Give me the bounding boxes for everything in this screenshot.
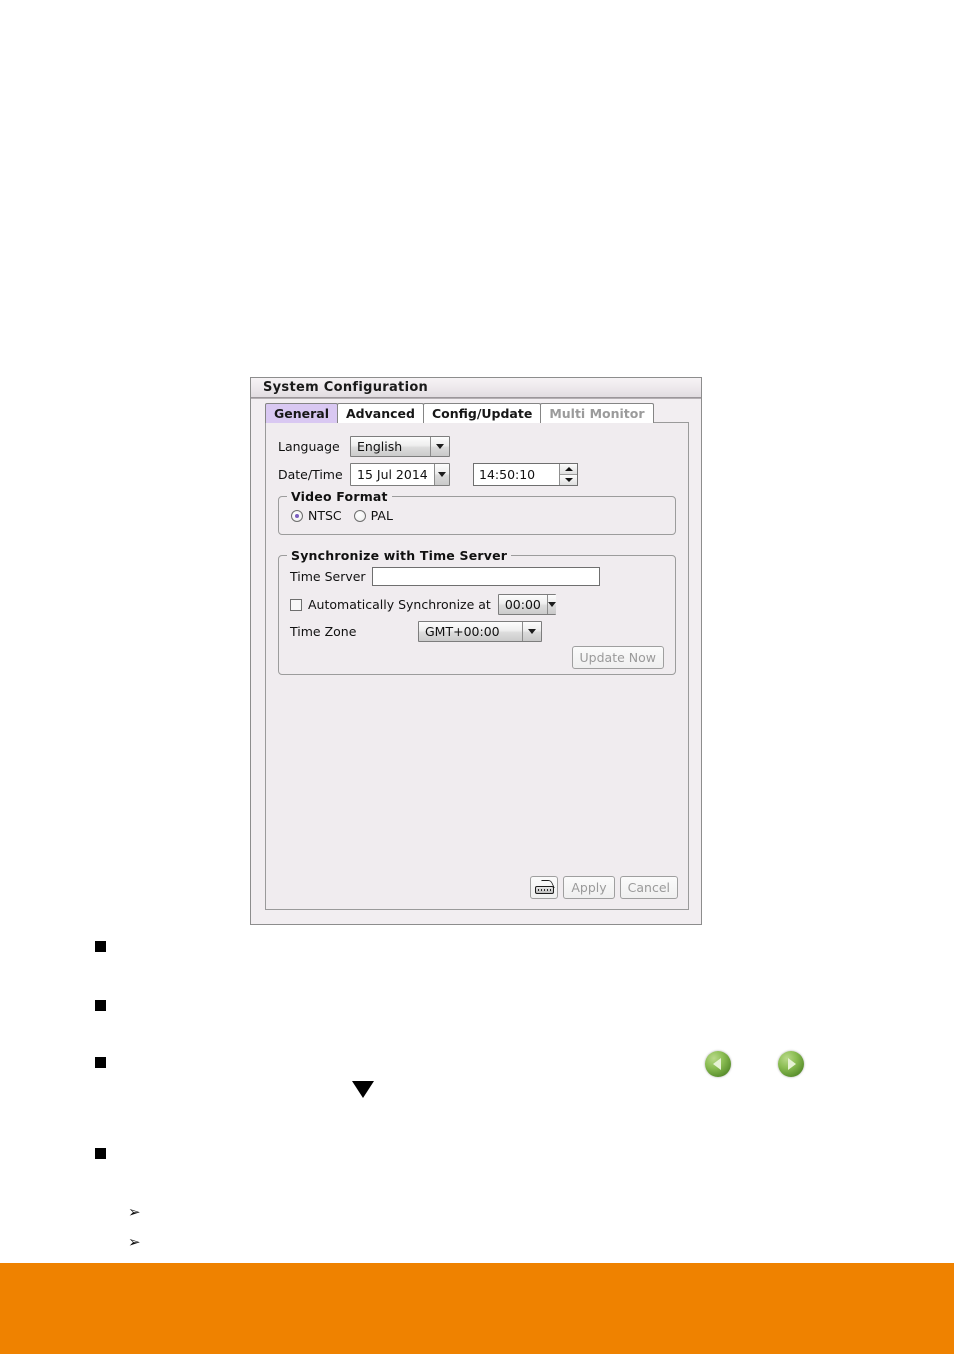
time-zone-select[interactable]: GMT+00:00 <box>418 621 542 642</box>
radio-ntsc-indicator[interactable] <box>291 509 303 522</box>
time-zone-row: Time Zone GMT+00:00 <box>290 621 542 642</box>
back-arrow-button[interactable] <box>705 1051 731 1077</box>
footer-color-band <box>0 1263 954 1354</box>
auto-sync-time-value: 00:00 <box>504 597 541 612</box>
radio-pal-label: PAL <box>370 508 393 523</box>
dialog-titlebar: System Configuration <box>251 378 701 399</box>
date-select-value: 15 Jul 2014 <box>357 467 428 482</box>
language-label: Language <box>278 439 340 454</box>
square-bullet-1 <box>95 941 106 952</box>
back-arrow-icon <box>713 1058 721 1070</box>
time-server-label: Time Server <box>290 569 366 584</box>
auto-sync-label: Automatically Synchronize at <box>308 597 491 612</box>
general-tab-panel: Language English Date/Time 15 Jul 2014 1… <box>265 422 689 910</box>
system-configuration-dialog: System Configuration General Advanced Co… <box>250 377 702 925</box>
time-server-legend: Synchronize with Time Server <box>287 548 512 563</box>
datetime-label: Date/Time <box>278 467 343 482</box>
stepper-up-icon[interactable] <box>560 464 577 475</box>
radio-ntsc[interactable]: NTSC <box>291 508 342 523</box>
date-select[interactable]: 15 Jul 2014 <box>350 463 450 486</box>
radio-pal-indicator[interactable] <box>353 509 366 522</box>
keyboard-icon <box>534 880 555 894</box>
arrow-bullet-2: ➢ <box>128 1233 141 1251</box>
tab-general[interactable]: General <box>265 403 338 423</box>
update-now-button[interactable]: Update Now <box>571 646 664 669</box>
dialog-title: System Configuration <box>263 380 429 395</box>
chevron-down-icon[interactable] <box>546 595 556 614</box>
auto-sync-checkbox[interactable] <box>290 598 302 611</box>
dialog-footer: Apply Cancel <box>530 876 678 899</box>
virtual-keyboard-button[interactable] <box>530 876 559 899</box>
square-bullet-3 <box>95 1057 106 1068</box>
language-row: Language English <box>278 436 450 457</box>
time-zone-label: Time Zone <box>290 624 357 639</box>
video-format-group: Video Format NTSC PAL <box>278 489 676 535</box>
apply-button[interactable]: Apply <box>563 876 615 899</box>
titlebar-divider <box>251 397 701 398</box>
radio-ntsc-label: NTSC <box>308 508 342 523</box>
square-bullet-4 <box>95 1148 106 1159</box>
time-zone-select-value: GMT+00:00 <box>425 624 500 639</box>
language-select-value: English <box>357 439 403 454</box>
time-stepper[interactable]: 14:50:10 <box>473 463 578 486</box>
update-now-row: Update Now <box>571 646 664 669</box>
tab-config-update[interactable]: Config/Update <box>422 403 542 423</box>
time-server-input-value <box>373 568 599 572</box>
tab-strip: General Advanced Config/Update Multi Mon… <box>265 402 654 423</box>
time-server-group: Synchronize with Time Server Time Server… <box>278 548 676 675</box>
datetime-row: Date/Time 15 Jul 2014 14:50:10 <box>278 463 578 486</box>
tab-multi-monitor[interactable]: Multi Monitor <box>540 403 654 423</box>
chevron-down-icon[interactable] <box>522 622 541 641</box>
down-triangle-icon <box>352 1081 374 1098</box>
time-stepper-value: 14:50:10 <box>479 467 536 482</box>
radio-pal[interactable]: PAL <box>353 508 393 523</box>
stepper-down-icon[interactable] <box>560 475 577 485</box>
time-server-input[interactable] <box>371 567 600 586</box>
video-format-legend: Video Format <box>287 489 392 504</box>
language-select[interactable]: English <box>350 436 450 457</box>
tab-advanced[interactable]: Advanced <box>337 403 424 423</box>
forward-arrow-icon <box>788 1058 796 1070</box>
auto-sync-row: Automatically Synchronize at 00:00 <box>290 594 556 615</box>
video-format-options: NTSC PAL <box>291 508 393 523</box>
square-bullet-2 <box>95 1000 106 1011</box>
chevron-down-icon[interactable] <box>430 437 449 456</box>
cancel-button[interactable]: Cancel <box>619 876 678 899</box>
forward-arrow-button[interactable] <box>778 1051 804 1077</box>
arrow-bullet-1: ➢ <box>128 1203 141 1221</box>
chevron-down-icon[interactable] <box>433 464 449 485</box>
time-stepper-buttons[interactable] <box>559 464 577 485</box>
auto-sync-time-select[interactable]: 00:00 <box>497 594 556 615</box>
time-server-row: Time Server <box>290 567 600 586</box>
